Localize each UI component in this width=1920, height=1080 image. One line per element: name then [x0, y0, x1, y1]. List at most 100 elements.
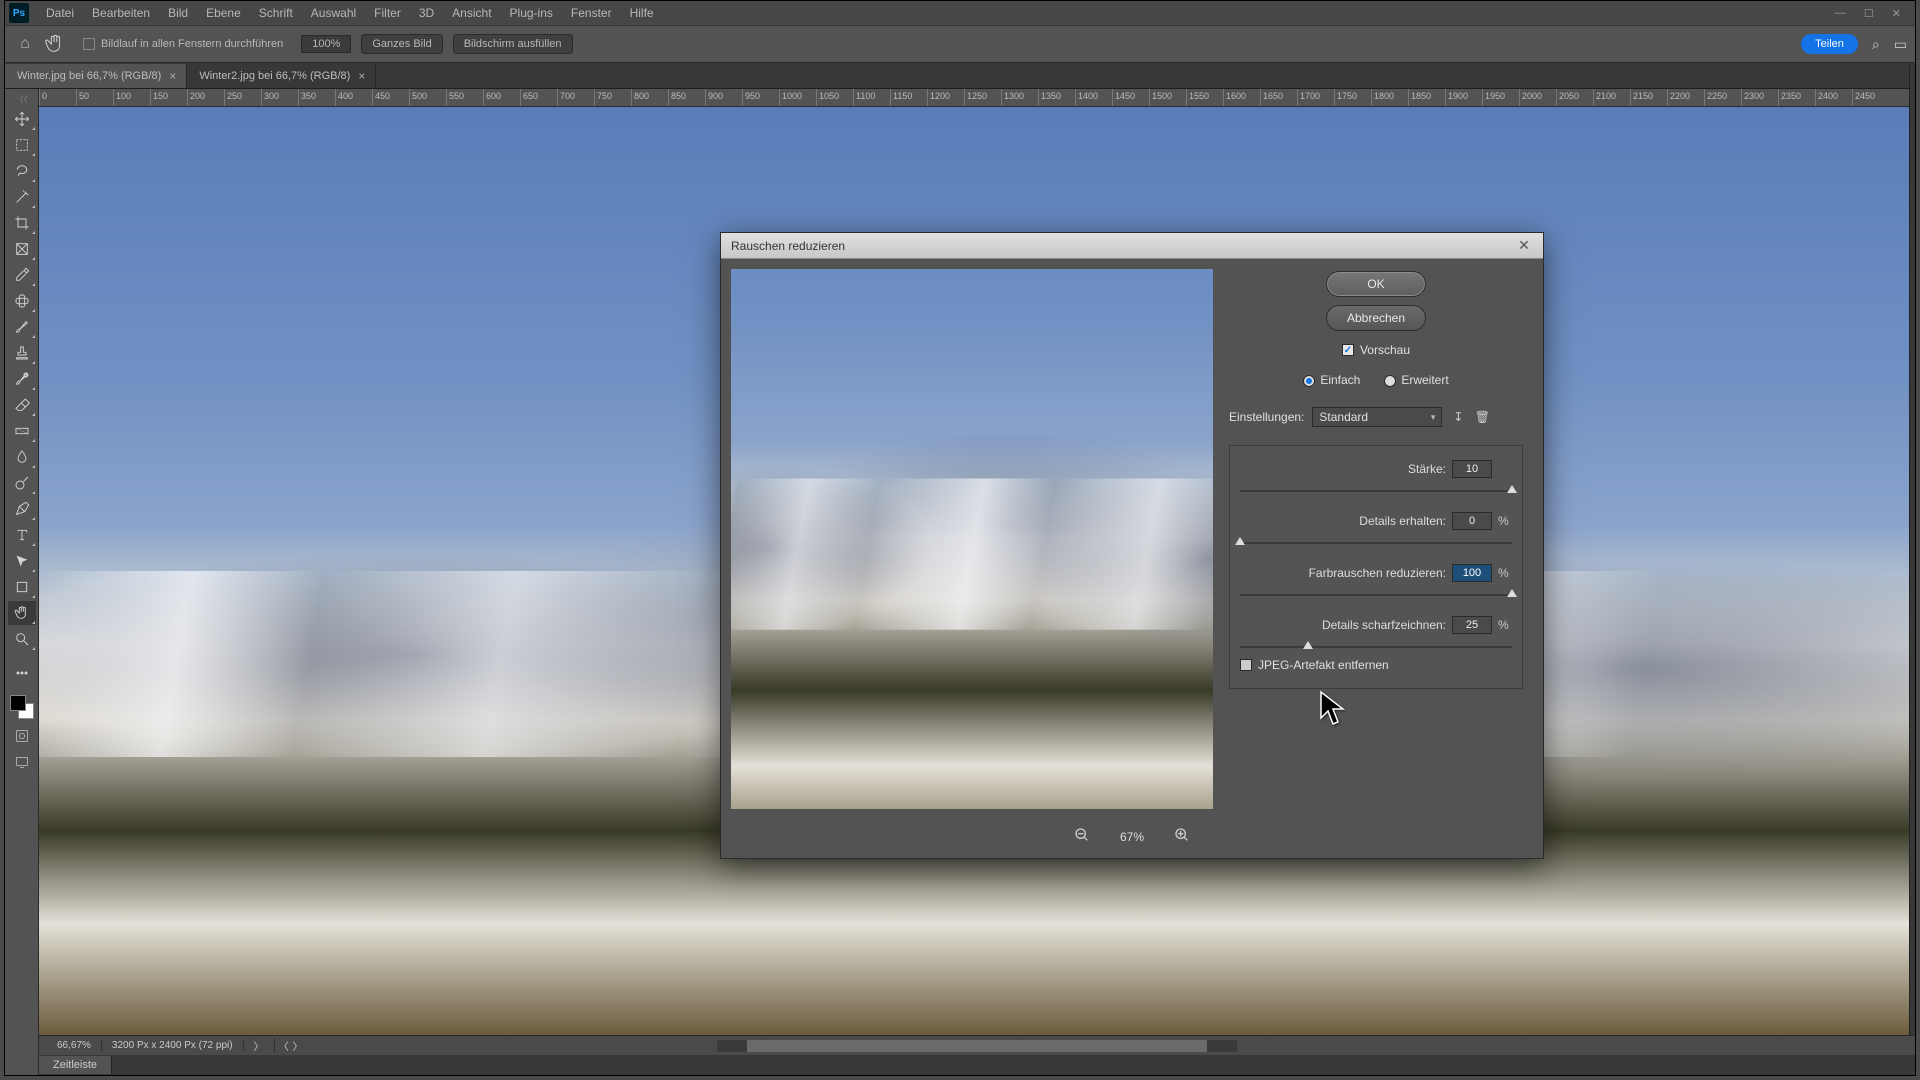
preview-checkbox-row[interactable]: ✓ Vorschau — [1342, 343, 1410, 357]
status-nav-left-icon[interactable]: 〈 — [279, 1038, 289, 1053]
document-tab[interactable]: Winter.jpg bei 66,7% (RGB/8) × — [5, 64, 187, 88]
jpeg-artifact-checkbox[interactable]: ✓ — [1240, 659, 1252, 671]
toolbox-collapse-icon[interactable]: 〈〈 — [7, 93, 37, 105]
scroll-all-checkbox[interactable] — [83, 38, 95, 50]
menu-filter[interactable]: Filter — [365, 1, 410, 25]
mode-basic-radio[interactable]: Einfach — [1303, 373, 1360, 387]
status-zoom[interactable]: 66,67% — [47, 1040, 102, 1051]
ruler-tick: 450 — [372, 89, 390, 107]
ruler-tick: 550 — [446, 89, 464, 107]
settings-dropdown[interactable]: Standard ▾ — [1312, 407, 1442, 427]
blur-tool-icon[interactable] — [8, 445, 36, 469]
preserve-track[interactable] — [1240, 542, 1512, 544]
document-tab[interactable]: Winter2.jpg bei 66,7% (RGB/8) × — [187, 64, 376, 88]
jpeg-artifact-checkbox-row[interactable]: ✓ JPEG-Artefakt entfernen — [1240, 658, 1512, 672]
eyedropper-tool-icon[interactable] — [8, 263, 36, 287]
menu-ansicht[interactable]: Ansicht — [443, 1, 500, 25]
path-tool-icon[interactable] — [8, 549, 36, 573]
dodge-tool-icon[interactable] — [8, 471, 36, 495]
status-nav-right-icon[interactable]: 〉 — [293, 1038, 303, 1053]
menu-fenster[interactable]: Fenster — [562, 1, 621, 25]
ruler-tick: 100 — [113, 89, 131, 107]
cancel-button[interactable]: Abbrechen — [1326, 305, 1426, 331]
preserve-value-field[interactable]: 0 — [1452, 512, 1492, 530]
tab-close-icon[interactable]: × — [358, 69, 365, 83]
ruler-tick: 2050 — [1556, 89, 1579, 107]
preview-zoom-value[interactable]: 67% — [1120, 830, 1144, 844]
fill-screen-button[interactable]: Bildschirm ausfüllen — [453, 34, 573, 54]
healing-tool-icon[interactable] — [8, 289, 36, 313]
shape-tool-icon[interactable] — [8, 575, 36, 599]
workspace-icon[interactable]: ▭ — [1894, 36, 1907, 53]
hand-tool-icon[interactable] — [8, 601, 36, 625]
delete-preset-icon[interactable]: 🗑 — [1474, 409, 1490, 425]
scroll-all-label: Bildlauf in allen Fenstern durchführen — [101, 38, 283, 50]
save-preset-icon[interactable]: ↧ — [1450, 409, 1466, 425]
close-window-icon[interactable]: ✕ — [1892, 7, 1901, 20]
wand-tool-icon[interactable] — [8, 185, 36, 209]
zoom-tool-icon[interactable] — [8, 627, 36, 651]
color-swatches[interactable] — [8, 693, 36, 721]
menu-plug-ins[interactable]: Plug-ins — [501, 1, 562, 25]
menu-auswahl[interactable]: Auswahl — [302, 1, 365, 25]
home-icon[interactable]: ⌂ — [13, 32, 37, 56]
hand-tool-icon[interactable] — [43, 32, 67, 56]
quickmask-icon[interactable] — [8, 725, 36, 747]
brush-tool-icon[interactable] — [8, 315, 36, 339]
timeline-tab[interactable]: Zeitleiste — [39, 1056, 112, 1074]
zoom-level-field[interactable]: 100% — [301, 35, 351, 53]
fit-screen-button[interactable]: Ganzes Bild — [361, 34, 442, 54]
tab-close-icon[interactable]: × — [169, 69, 176, 83]
color-value-field[interactable]: 100 — [1452, 564, 1492, 582]
minimize-icon[interactable]: — — [1835, 7, 1846, 20]
move-tool-icon[interactable] — [8, 107, 36, 131]
menu-hilfe[interactable]: Hilfe — [621, 1, 663, 25]
screenmode-icon[interactable] — [8, 751, 36, 773]
sharpen-track[interactable] — [1240, 646, 1512, 648]
right-panel-strip[interactable] — [1909, 65, 1915, 1035]
status-arrow-icon[interactable]: 〉 — [244, 1038, 275, 1053]
preview-checkbox[interactable]: ✓ — [1342, 344, 1354, 356]
edit-toolbar-icon[interactable] — [8, 661, 36, 685]
stamp-tool-icon[interactable] — [8, 341, 36, 365]
menu-bearbeiten[interactable]: Bearbeiten — [83, 1, 159, 25]
sharpen-value-field[interactable]: 25 — [1452, 616, 1492, 634]
menu-bild[interactable]: Bild — [159, 1, 197, 25]
color-noise-slider: Farbrauschen reduzieren: 100 % — [1240, 564, 1512, 596]
dialog-close-icon[interactable]: ✕ — [1515, 237, 1533, 255]
dialog-title: Rauschen reduzieren — [731, 239, 845, 253]
history-brush-tool-icon[interactable] — [8, 367, 36, 391]
ruler-tick: 850 — [668, 89, 686, 107]
pen-tool-icon[interactable] — [8, 497, 36, 521]
mode-advanced-radio[interactable]: Erweitert — [1384, 373, 1448, 387]
color-track[interactable] — [1240, 594, 1512, 596]
ruler-tick: 1400 — [1075, 89, 1098, 107]
menu-ebene[interactable]: Ebene — [197, 1, 250, 25]
zoom-out-icon[interactable] — [1074, 827, 1090, 846]
strength-value-field[interactable]: 10 — [1452, 460, 1492, 478]
strength-track[interactable] — [1240, 490, 1512, 492]
foreground-color-swatch[interactable] — [10, 695, 26, 711]
tab-label: Winter.jpg bei 66,7% (RGB/8) — [17, 70, 161, 82]
frame-tool-icon[interactable] — [8, 237, 36, 261]
zoom-in-icon[interactable] — [1174, 827, 1190, 846]
menu-datei[interactable]: Datei — [37, 1, 83, 25]
dialog-preview[interactable] — [731, 269, 1213, 809]
lasso-tool-icon[interactable] — [8, 159, 36, 183]
horizontal-scrollbar[interactable] — [717, 1040, 1237, 1052]
eraser-tool-icon[interactable] — [8, 393, 36, 417]
dialog-titlebar[interactable]: Rauschen reduzieren ✕ — [721, 233, 1543, 259]
search-icon[interactable]: ⌕ — [1872, 36, 1880, 53]
menu-schrift[interactable]: Schrift — [250, 1, 302, 25]
type-tool-icon[interactable] — [8, 523, 36, 547]
crop-tool-icon[interactable] — [8, 211, 36, 235]
ruler-tick: 300 — [261, 89, 279, 107]
ok-button[interactable]: OK — [1326, 271, 1426, 297]
status-docinfo[interactable]: 3200 Px x 2400 Px (72 ppi) — [102, 1040, 244, 1051]
menu-3d[interactable]: 3D — [410, 1, 443, 25]
ruler-tick: 2400 — [1815, 89, 1838, 107]
marquee-tool-icon[interactable] — [8, 133, 36, 157]
maximize-icon[interactable]: ☐ — [1864, 7, 1874, 20]
share-button[interactable]: Teilen — [1801, 34, 1858, 54]
gradient-tool-icon[interactable] — [8, 419, 36, 443]
